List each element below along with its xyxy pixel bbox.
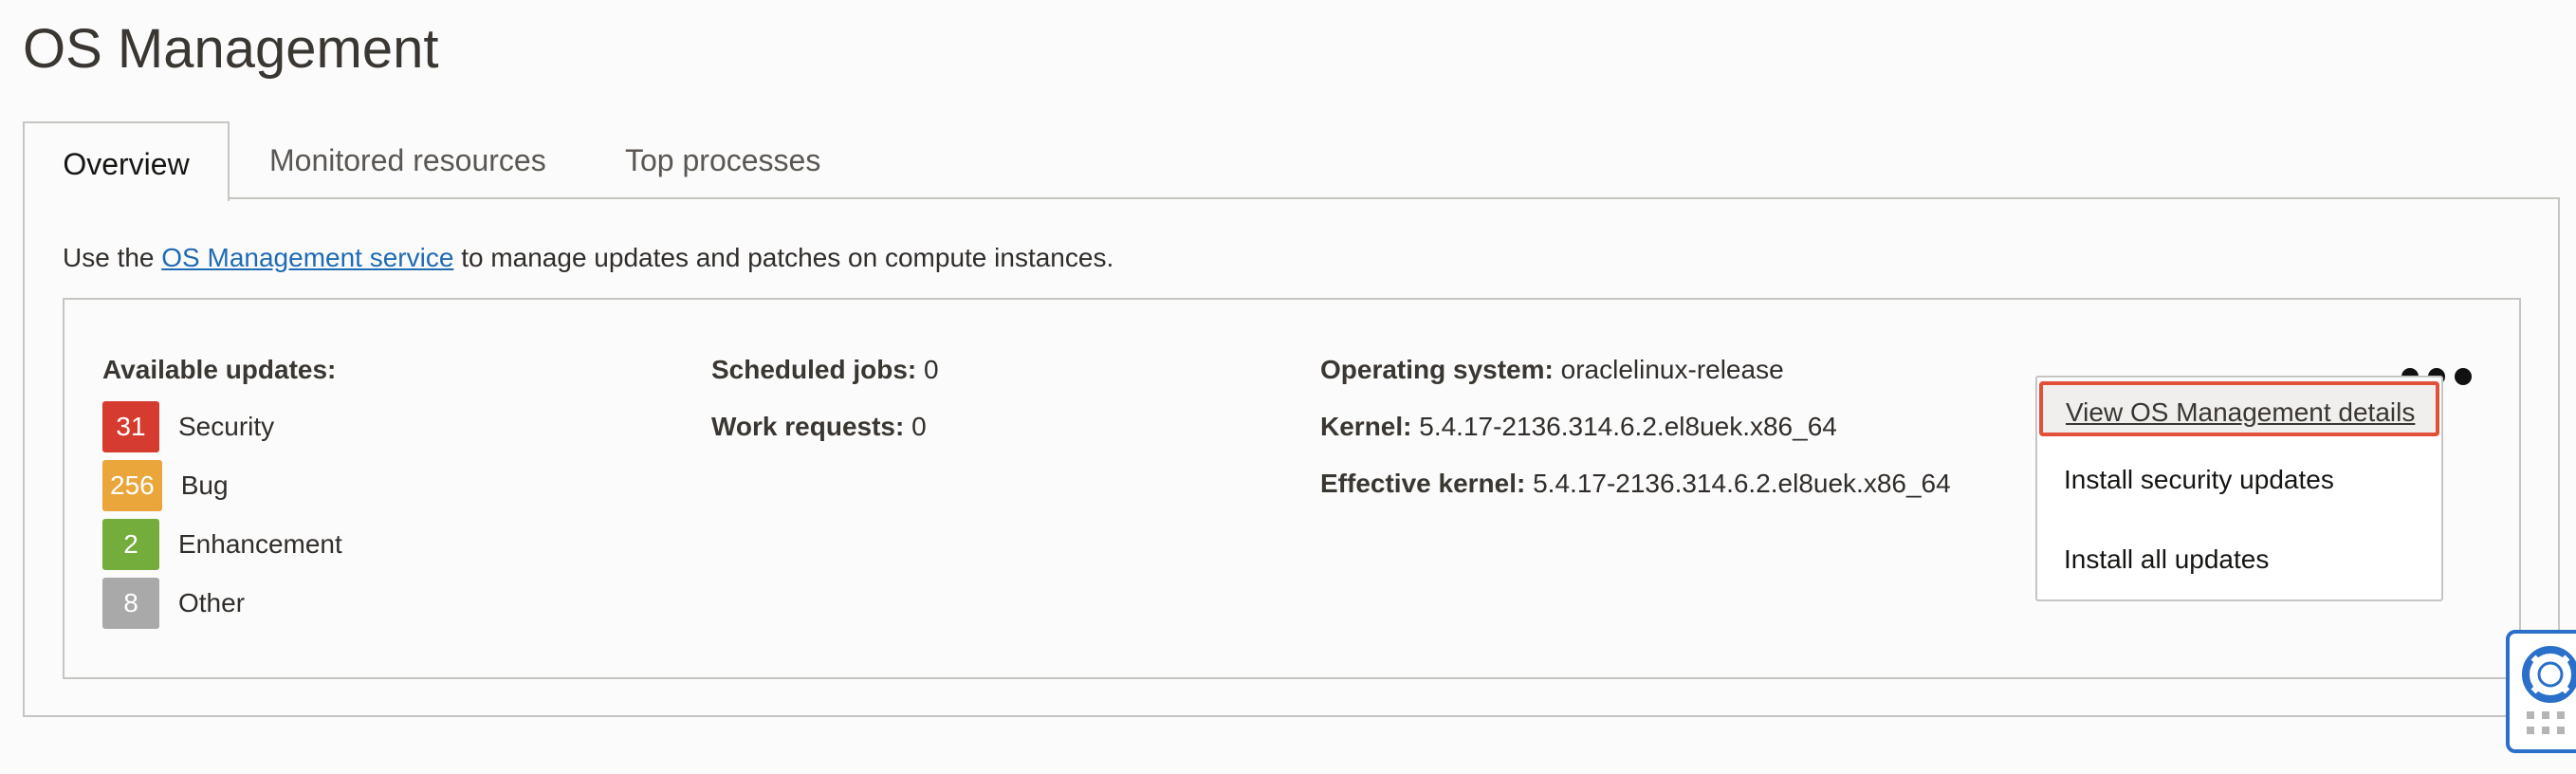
actions-dropdown-menu: View OS Management details Install secur…: [2035, 376, 2443, 601]
operating-system-label: Operating system:: [1320, 355, 1554, 384]
system-section: Operating system: oraclelinux-release Ke…: [1320, 353, 1951, 524]
effective-kernel-value: 5.4.17-2136.314.6.2.el8uek.x86_64: [1533, 469, 1951, 498]
kernel-row: Kernel: 5.4.17-2136.314.6.2.el8uek.x86_6…: [1320, 410, 1951, 444]
effective-kernel-row: Effective kernel: 5.4.17-2136.314.6.2.el…: [1320, 467, 1951, 501]
security-count-badge: 31: [102, 401, 159, 452]
menu-item-install-all-updates[interactable]: Install all updates: [2037, 539, 2441, 580]
effective-kernel-label: Effective kernel:: [1320, 469, 1526, 498]
update-label-bug: Bug: [180, 470, 229, 500]
scheduled-jobs-label: Scheduled jobs:: [711, 355, 917, 384]
tab-overview[interactable]: Overview: [23, 121, 230, 201]
other-count-badge: 8: [102, 578, 159, 629]
operating-system-value: oraclelinux-release: [1560, 355, 1784, 384]
enhancement-count-badge: 2: [102, 519, 159, 570]
page-title: OS Management: [23, 18, 439, 80]
scheduled-jobs-row: Scheduled jobs: 0: [711, 353, 939, 387]
page: OS Management Overview Monitored resourc…: [0, 0, 2576, 774]
jobs-section: Scheduled jobs: 0 Work requests: 0: [711, 353, 939, 467]
help-widget[interactable]: [2506, 630, 2576, 753]
intro-text: Use the OS Management service to manage …: [63, 243, 1113, 273]
updates-list: 31 Security 256 Bug 2 Enhancement 8 Othe…: [102, 400, 342, 630]
lifebuoy-icon: [2522, 646, 2576, 703]
available-updates-section: Available updates: 31 Security 256 Bug 2…: [102, 353, 342, 630]
menu-item-view-os-management-details[interactable]: View OS Management details: [2039, 381, 2439, 436]
work-requests-label: Work requests:: [711, 412, 905, 441]
update-item-other: 8 Other: [102, 577, 342, 630]
update-item-bug: 256 Bug: [102, 459, 342, 512]
menu-item-install-security-updates[interactable]: Install security updates: [2037, 459, 2441, 501]
update-label-security: Security: [178, 412, 275, 441]
os-management-service-link[interactable]: OS Management service: [161, 243, 453, 272]
kernel-value: 5.4.17-2136.314.6.2.el8uek.x86_64: [1419, 412, 1837, 441]
update-item-security: 31 Security: [102, 400, 342, 453]
bug-count-badge: 256: [102, 460, 162, 511]
intro-suffix: to manage updates and patches on compute…: [453, 243, 1114, 272]
update-label-enhancement: Enhancement: [178, 529, 342, 559]
scheduled-jobs-value: 0: [924, 355, 939, 384]
work-requests-row: Work requests: 0: [711, 410, 939, 444]
update-item-enhancement: 2 Enhancement: [102, 518, 342, 571]
operating-system-row: Operating system: oraclelinux-release: [1320, 353, 1951, 387]
work-requests-value: 0: [911, 412, 927, 441]
available-updates-label: Available updates:: [102, 355, 337, 384]
intro-prefix: Use the: [63, 243, 162, 272]
drag-handle-icon: [2527, 711, 2565, 734]
update-label-other: Other: [178, 588, 246, 617]
kernel-label: Kernel:: [1320, 412, 1412, 441]
tab-monitored-resources[interactable]: Monitored resources: [269, 121, 546, 199]
tab-top-processes[interactable]: Top processes: [625, 121, 820, 199]
